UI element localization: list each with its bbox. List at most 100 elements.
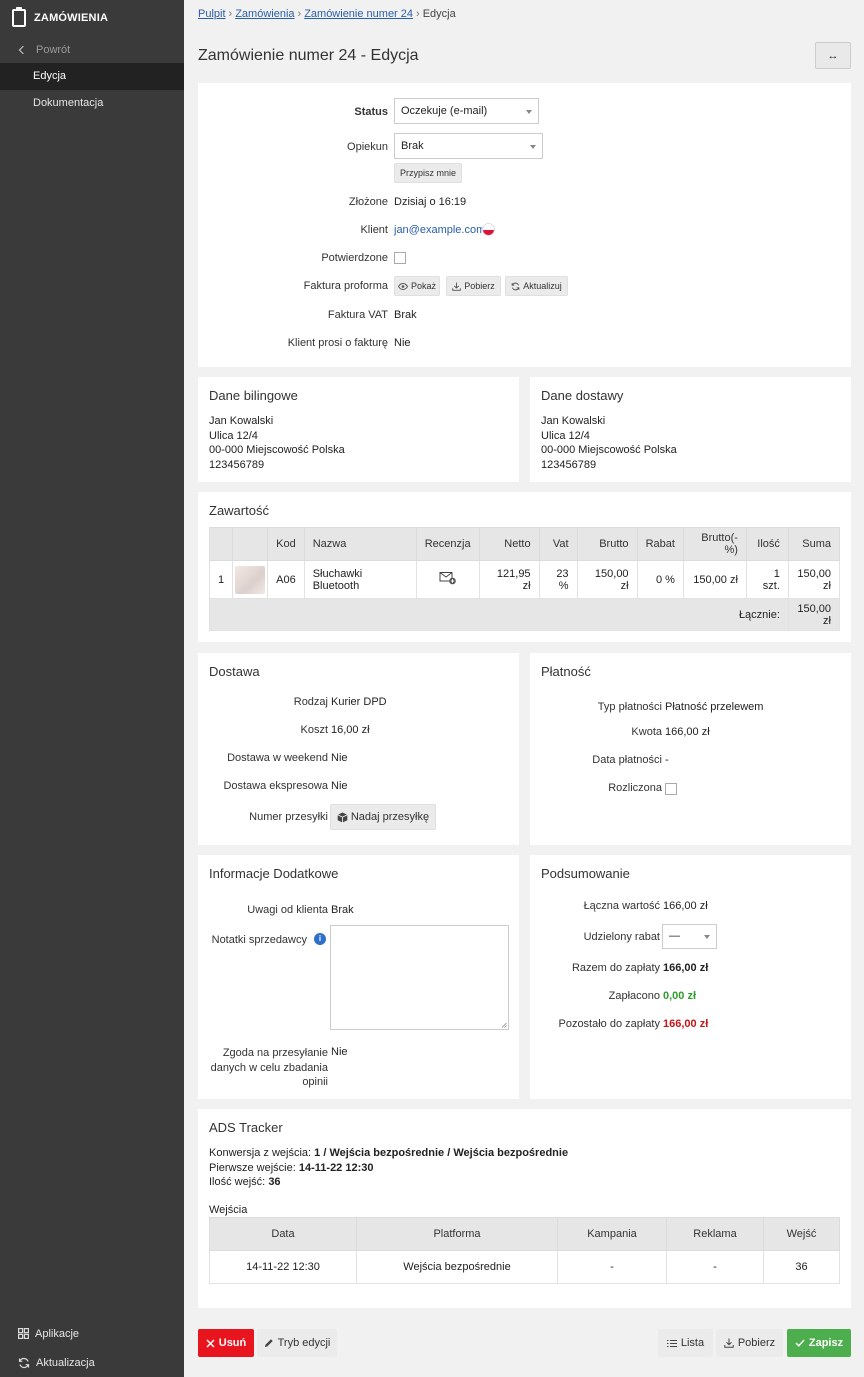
headphones-image xyxy=(235,565,266,594)
consent-label-line-2: danych w celu zbadania xyxy=(210,1061,328,1074)
payment-type-label: Typ płatności xyxy=(597,701,662,713)
list-icon xyxy=(666,1339,677,1347)
breadcrumb-order[interactable]: Zamówienie numer 24 xyxy=(304,8,413,20)
delete-label: Usuń xyxy=(218,1337,247,1349)
discount-select[interactable]: — xyxy=(662,924,717,949)
row-no: 1 xyxy=(208,560,234,599)
sidebar-item-updates[interactable]: Aktualizacja xyxy=(0,1348,184,1377)
breadcrumb-orders[interactable]: Zamówienia xyxy=(235,8,294,20)
billing-street: Ulica 12/4 xyxy=(209,429,258,442)
entry-platform: Wejścia bezpośrednie xyxy=(356,1250,558,1284)
first-entry-value: 14-11-22 12:30 xyxy=(298,1161,374,1174)
breadcrumb-dashboard[interactable]: Pulpit xyxy=(198,8,226,20)
send-parcel-button[interactable]: Nadaj przesyłkę xyxy=(330,804,436,830)
col-vat: Vat xyxy=(538,527,578,561)
confirmed-checkbox[interactable] xyxy=(394,252,406,264)
settled-checkbox[interactable] xyxy=(665,783,677,795)
chevron-left-icon xyxy=(18,45,28,54)
proforma-download-label: Pobierz xyxy=(464,281,495,291)
ads-tracker-card: ADS Tracker Konwersja z wejścia: 1 / Wej… xyxy=(198,1109,851,1308)
shipping-address: Jan Kowalski Ulica 12/4 00-000 Miejscowo… xyxy=(541,414,677,472)
summary-card: Podsumowanie Łączna wartość 166,00 zł Ud… xyxy=(530,855,851,1099)
shipping-title: Dane dostawy xyxy=(541,388,624,403)
sidebar-back-link[interactable]: Powrót xyxy=(0,36,184,63)
ads-info: Konwersja z wejścia: 1 / Wejścia bezpośr… xyxy=(209,1146,568,1190)
total-label: Łącznie: xyxy=(209,598,789,631)
remaining-value: 166,00 zł xyxy=(663,1018,709,1030)
row-net: 121,95 zł xyxy=(478,560,540,599)
tracking-label: Numer przesyłki xyxy=(249,811,328,823)
delivery-card: Dostawa Rodzaj Kurier DPD Koszt 16,00 zł… xyxy=(198,653,519,845)
entries-col-ad: Reklama xyxy=(666,1217,764,1251)
conversion-line: Konwersja z wejścia: 1 / Wejścia bezpośr… xyxy=(209,1146,568,1161)
table-header-row: Kod Nazwa Recenzja Netto Vat Brutto Raba… xyxy=(208,527,841,561)
table-total-row: Łącznie: 150,00 zł xyxy=(209,598,841,631)
info-icon[interactable]: i xyxy=(314,933,326,945)
save-button[interactable]: Zapisz xyxy=(787,1329,851,1357)
sidebar: ZAMÓWIENIA Powrót Edycja Dokumentacja Ap… xyxy=(0,0,184,1377)
paid-label: Zapłacono xyxy=(608,990,660,1002)
client-email-link[interactable]: jan@example.com xyxy=(394,224,485,236)
client-notes-label: Uwagi od klienta xyxy=(247,904,328,916)
edit-mode-button[interactable]: Tryb edycji xyxy=(257,1329,337,1357)
seller-notes-label: Notatki sprzedawcy xyxy=(211,934,307,946)
placed-value: Dzisiaj o 16:19 xyxy=(394,196,467,208)
delivery-express-label: Dostawa ekspresowa xyxy=(223,780,328,792)
dropdown-arrow-icon xyxy=(530,145,536,149)
client-label: Klient xyxy=(360,224,388,236)
entries-col-visits: Wejść xyxy=(763,1217,840,1251)
download-icon xyxy=(452,282,461,291)
remaining-label: Pozostało do zapłaty xyxy=(558,1018,660,1030)
delivery-title: Dostawa xyxy=(209,664,260,679)
assign-me-button[interactable]: Przypisz mnie xyxy=(394,163,462,183)
save-label: Zapisz xyxy=(808,1337,844,1349)
row-name[interactable]: Słuchawki Bluetooth xyxy=(303,560,417,599)
breadcrumb: Pulpit › Zamówienia › Zamówienie numer 24 › Ed… xyxy=(198,8,456,20)
close-icon xyxy=(206,1338,215,1348)
paid-value: 0,00 zł xyxy=(663,990,697,1002)
proforma-show-button[interactable]: Pokaż xyxy=(394,276,440,296)
billing-card: Dane bilingowe Jan Kowalski Ulica 12/4 0… xyxy=(198,377,519,482)
to-pay-value: 166,00 zł xyxy=(663,962,709,974)
products-table: Kod Nazwa Recenzja Netto Vat Brutto Raba… xyxy=(208,527,841,631)
confirmed-label: Potwierdzone xyxy=(321,252,388,264)
summary-total-value: 166,00 zł xyxy=(663,900,708,912)
summary-total-label: Łączna wartość xyxy=(583,900,660,912)
payment-title: Płatność xyxy=(541,664,591,679)
expand-width-button[interactable]: ↔ xyxy=(815,42,851,69)
entries-col-campaign: Kampania xyxy=(557,1217,667,1251)
entry-visits: 36 xyxy=(763,1250,840,1284)
sidebar-item-apps[interactable]: Aplikacje xyxy=(0,1319,184,1348)
send-parcel-label: Nadaj przesyłkę xyxy=(350,811,430,823)
proforma-label: Faktura proforma xyxy=(303,280,388,292)
guardian-value: Brak xyxy=(401,140,424,152)
sidebar-apps-label: Aplikacje xyxy=(35,1327,80,1340)
delete-button[interactable]: Usuń xyxy=(198,1329,254,1357)
package-icon xyxy=(337,812,348,822)
col-review: Recenzja xyxy=(415,527,480,561)
status-select[interactable]: Oczekuje (e-mail) xyxy=(394,98,539,124)
guardian-select[interactable]: Brak xyxy=(394,133,543,159)
billing-address: Jan Kowalski Ulica 12/4 00-000 Miejscowo… xyxy=(209,414,345,472)
sidebar-item-docs[interactable]: Dokumentacja xyxy=(0,90,184,117)
mail-review-icon[interactable] xyxy=(439,571,457,585)
list-button[interactable]: Lista xyxy=(658,1329,713,1357)
seller-notes-textarea[interactable] xyxy=(330,925,509,1030)
conversion-value: 1 / Wejścia bezpośrednie / Wejścia bezpo… xyxy=(314,1147,569,1159)
status-value: Oczekuje (e-mail) xyxy=(401,105,488,117)
list-label: Lista xyxy=(680,1337,705,1349)
row-vat: 23 % xyxy=(538,560,578,599)
sidebar-item-edit[interactable]: Edycja xyxy=(0,63,184,90)
first-entry-label: Pierwsze wejście: xyxy=(209,1161,296,1174)
download-button[interactable]: Pobierz xyxy=(716,1329,783,1357)
billing-title: Dane bilingowe xyxy=(209,388,298,403)
consent-label: Zgoda na przesyłanie danych w celu zbada… xyxy=(211,1046,328,1090)
review-cell xyxy=(415,560,480,599)
vat-invoice-label: Faktura VAT xyxy=(327,309,388,321)
sidebar-title-label: ZAMÓWIENIA xyxy=(34,12,109,24)
proforma-update-button[interactable]: Aktualizuj xyxy=(505,276,568,296)
col-sum: Suma xyxy=(787,527,841,561)
payment-date-value: - xyxy=(665,754,669,766)
proforma-download-button[interactable]: Pobierz xyxy=(446,276,501,296)
product-thumbnail[interactable] xyxy=(232,560,269,599)
